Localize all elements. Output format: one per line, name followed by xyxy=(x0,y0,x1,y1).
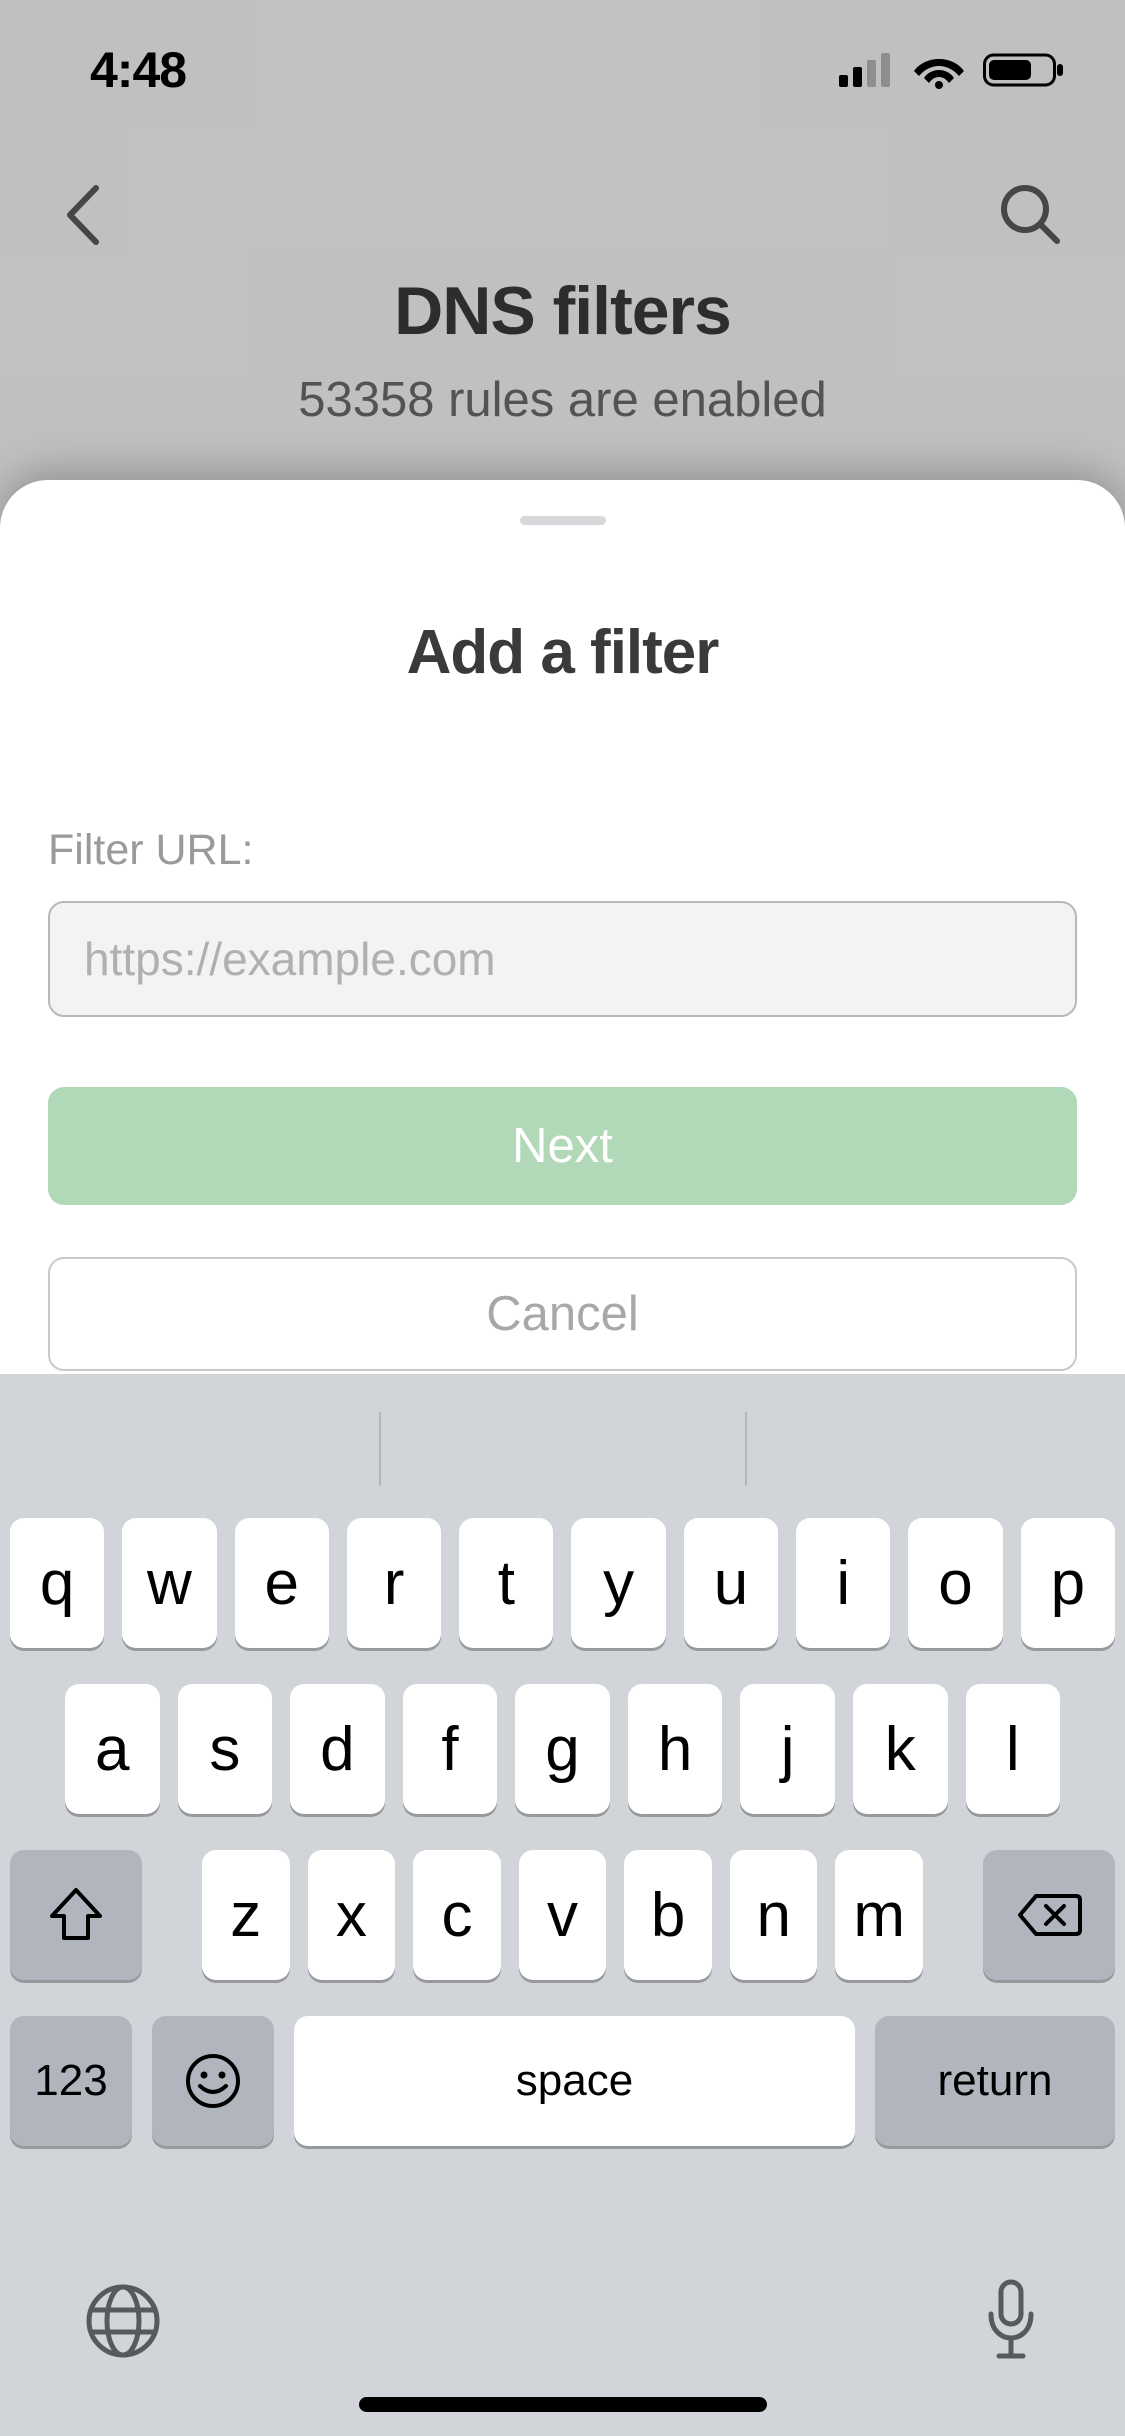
key-k[interactable]: k xyxy=(853,1684,948,1814)
filter-url-input[interactable] xyxy=(48,901,1077,1017)
key-r[interactable]: r xyxy=(347,1518,441,1648)
globe-button[interactable] xyxy=(82,2280,164,2362)
key-d[interactable]: d xyxy=(290,1684,385,1814)
suggestion-slot[interactable] xyxy=(747,1396,1111,1502)
key-c[interactable]: c xyxy=(413,1850,501,1980)
keyboard-toolbar xyxy=(0,2256,1125,2386)
key-s[interactable]: s xyxy=(178,1684,273,1814)
key-p[interactable]: p xyxy=(1021,1518,1115,1648)
key-b[interactable]: b xyxy=(624,1850,712,1980)
keyboard: q w e r t y u i o p a s d f g h j k l xyxy=(0,1374,1125,2436)
key-i[interactable]: i xyxy=(796,1518,890,1648)
dictation-button[interactable] xyxy=(979,2276,1043,2366)
key-numbers[interactable]: 123 xyxy=(10,2016,132,2146)
key-shift[interactable] xyxy=(10,1850,142,1980)
sheet-title: Add a filter xyxy=(48,617,1077,688)
backspace-icon xyxy=(1014,1890,1084,1940)
keyboard-row-1: q w e r t y u i o p xyxy=(10,1518,1115,1648)
sheet-grabber[interactable] xyxy=(520,516,606,525)
key-t[interactable]: t xyxy=(459,1518,553,1648)
filter-url-label: Filter URL: xyxy=(48,826,1077,875)
home-indicator[interactable] xyxy=(359,2397,767,2412)
key-y[interactable]: y xyxy=(571,1518,665,1648)
key-l[interactable]: l xyxy=(966,1684,1061,1814)
key-return[interactable]: return xyxy=(875,2016,1115,2146)
emoji-icon xyxy=(184,2052,242,2110)
key-space[interactable]: space xyxy=(294,2016,855,2146)
key-m[interactable]: m xyxy=(835,1850,923,1980)
key-x[interactable]: x xyxy=(308,1850,396,1980)
keyboard-row-4: 123 space return xyxy=(10,2016,1115,2146)
key-v[interactable]: v xyxy=(519,1850,607,1980)
shift-icon xyxy=(46,1886,106,1944)
key-backspace[interactable] xyxy=(983,1850,1115,1980)
key-o[interactable]: o xyxy=(908,1518,1002,1648)
key-emoji[interactable] xyxy=(152,2016,274,2146)
keyboard-row-3: z x c v b n m xyxy=(10,1850,1115,1980)
key-q[interactable]: q xyxy=(10,1518,104,1648)
key-g[interactable]: g xyxy=(515,1684,610,1814)
key-h[interactable]: h xyxy=(628,1684,723,1814)
cancel-button[interactable]: Cancel xyxy=(48,1257,1077,1371)
key-f[interactable]: f xyxy=(403,1684,498,1814)
keyboard-row-2: a s d f g h j k l xyxy=(10,1684,1115,1814)
key-j[interactable]: j xyxy=(740,1684,835,1814)
next-button[interactable]: Next xyxy=(48,1087,1077,1205)
suggestion-slot[interactable] xyxy=(15,1396,379,1502)
key-u[interactable]: u xyxy=(684,1518,778,1648)
key-w[interactable]: w xyxy=(122,1518,216,1648)
suggestion-slot[interactable] xyxy=(381,1396,745,1502)
key-z[interactable]: z xyxy=(202,1850,290,1980)
key-a[interactable]: a xyxy=(65,1684,160,1814)
key-n[interactable]: n xyxy=(730,1850,818,1980)
keyboard-suggestion-bar xyxy=(0,1396,1125,1502)
key-e[interactable]: e xyxy=(235,1518,329,1648)
